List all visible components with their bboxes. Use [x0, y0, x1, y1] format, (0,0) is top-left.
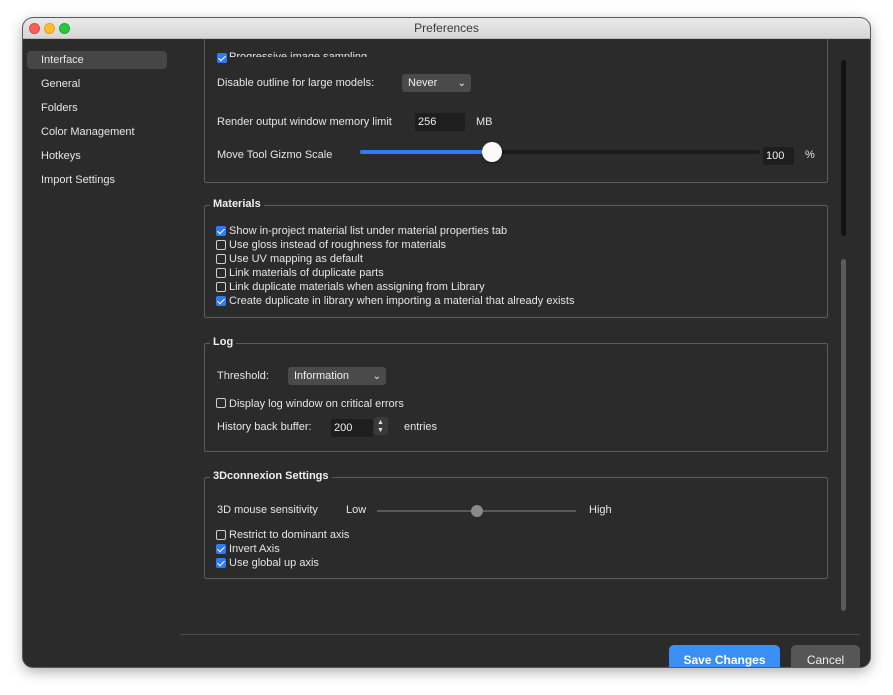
- history-buffer-unit: entries: [404, 421, 438, 433]
- title-bar[interactable]: Preferences: [23, 18, 870, 39]
- material-option-checkbox[interactable]: [216, 268, 226, 278]
- scrollbar-thumb[interactable]: [841, 259, 846, 611]
- save-changes-button[interactable]: Save Changes: [669, 645, 780, 667]
- connexion-option-label: Invert Axis: [229, 543, 280, 555]
- log-threshold-select[interactable]: Information ⌄: [288, 367, 386, 385]
- window-title: Preferences: [414, 21, 479, 35]
- sidebar-item-interface[interactable]: Interface: [27, 51, 167, 69]
- gizmo-scale-slider-fill: [360, 150, 492, 154]
- materials-title: Materials: [210, 198, 264, 210]
- connexion-title: 3Dconnexion Settings: [210, 470, 332, 482]
- history-buffer-label: History back buffer:: [217, 421, 312, 433]
- log-threshold-label: Threshold:: [217, 370, 269, 382]
- stepper-down-icon[interactable]: ▼: [377, 427, 384, 434]
- chevron-down-icon: ⌄: [372, 371, 381, 382]
- material-option-label: Use UV mapping as default: [229, 253, 363, 265]
- material-option-checkbox[interactable]: [216, 226, 226, 236]
- sidebar-item-hotkeys[interactable]: Hotkeys: [27, 147, 167, 165]
- gizmo-unit-label: %: [805, 149, 815, 161]
- material-option-checkbox[interactable]: [216, 296, 226, 306]
- sidebar-item-general[interactable]: General: [27, 75, 167, 93]
- log-title: Log: [210, 336, 237, 348]
- connexion-option-label: Use global up axis: [229, 557, 319, 569]
- log-threshold-value: Information: [294, 370, 350, 382]
- connexion-option-checkbox[interactable]: [216, 544, 226, 554]
- connexion-option-checkbox[interactable]: [216, 530, 226, 540]
- history-buffer-input[interactable]: 200: [331, 419, 373, 437]
- preferences-window: Preferences Interface General Folders Co…: [23, 18, 870, 667]
- sensitivity-low-label: Low: [346, 504, 367, 516]
- history-buffer-stepper[interactable]: ▲ ▼: [374, 417, 388, 435]
- outline-select[interactable]: Never ⌄: [402, 74, 471, 92]
- outline-label: Disable outline for large models:: [217, 77, 375, 89]
- material-option-label: Link materials of duplicate parts: [229, 267, 384, 279]
- sensitivity-slider-handle[interactable]: [470, 505, 483, 517]
- material-option-label: Link duplicate materials when assigning …: [229, 281, 485, 293]
- material-option-label: Create duplicate in library when importi…: [229, 295, 575, 307]
- connexion-option-label: Restrict to dominant axis: [229, 529, 350, 541]
- memory-limit-input[interactable]: 256: [415, 113, 465, 131]
- sidebar-item-folders[interactable]: Folders: [27, 99, 167, 117]
- memory-unit-label: MB: [476, 116, 493, 128]
- gizmo-scale-input[interactable]: 100: [763, 147, 794, 165]
- progressive-sampling-checkbox[interactable]: [217, 53, 227, 63]
- sensitivity-label: 3D mouse sensitivity: [217, 504, 318, 516]
- chevron-down-icon: ⌄: [457, 78, 466, 89]
- sidebar: Interface General Folders Color Manageme…: [23, 39, 180, 667]
- interface-group: [204, 39, 828, 183]
- connexion-option-checkbox[interactable]: [216, 558, 226, 568]
- settings-scroll-area[interactable]: Progressive image sampling Disable outli…: [180, 39, 840, 611]
- memory-limit-label: Render output window memory limit: [217, 116, 392, 128]
- sensitivity-high-label: High: [589, 504, 612, 516]
- scrollbar-upper[interactable]: [841, 60, 846, 236]
- stepper-up-icon[interactable]: ▲: [377, 419, 384, 426]
- material-option-label: Show in-project material list under mate…: [229, 225, 508, 237]
- settings-content: Progressive image sampling Disable outli…: [180, 39, 870, 667]
- critical-errors-checkbox[interactable]: [216, 398, 226, 408]
- material-option-checkbox[interactable]: [216, 282, 226, 292]
- cancel-button[interactable]: Cancel: [791, 645, 860, 667]
- gizmo-scale-label: Move Tool Gizmo Scale: [217, 149, 333, 161]
- material-option-label: Use gloss instead of roughness for mater…: [229, 239, 447, 251]
- sidebar-item-import-settings[interactable]: Import Settings: [27, 171, 167, 189]
- outline-select-value: Never: [408, 77, 438, 89]
- material-option-checkbox[interactable]: [216, 240, 226, 250]
- critical-errors-label: Display log window on critical errors: [229, 398, 404, 410]
- gizmo-scale-slider-handle[interactable]: [482, 142, 502, 162]
- sidebar-item-color-management[interactable]: Color Management: [27, 123, 167, 141]
- footer-divider: [180, 634, 860, 635]
- material-option-checkbox[interactable]: [216, 254, 226, 264]
